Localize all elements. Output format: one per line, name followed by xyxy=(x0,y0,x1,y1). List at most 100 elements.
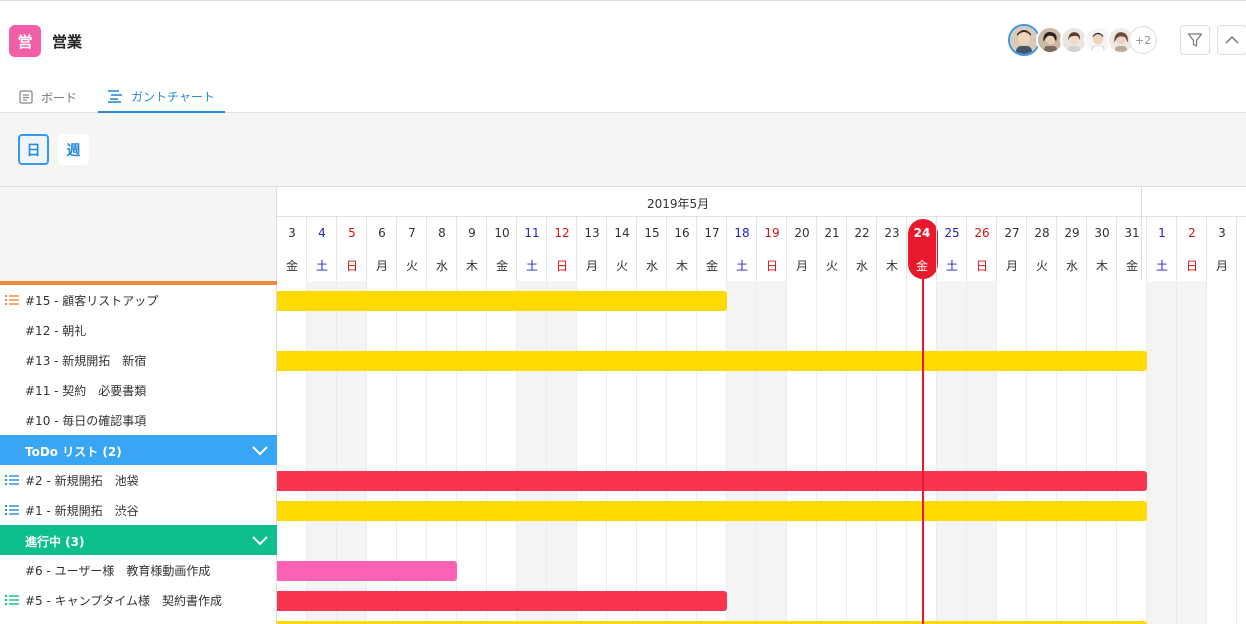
task-row[interactable]: #15 - 顧客リストアップ xyxy=(0,285,277,315)
task-list-header xyxy=(0,187,277,281)
avatar-photo-icon xyxy=(1010,26,1038,54)
gantt-task-bar[interactable] xyxy=(277,561,457,581)
day-column-header[interactable]: 2日 xyxy=(1177,217,1207,281)
day-column-header[interactable]: 27 月 xyxy=(997,217,1027,281)
tab-board-label: ボード xyxy=(41,90,78,105)
task-row[interactable]: #6 - ユーザー様 教育様動画作成 xyxy=(0,555,277,585)
day-of-week: 水 xyxy=(435,259,448,273)
day-column-header[interactable]: 13 月 xyxy=(577,217,607,281)
day-column-header[interactable]: 8水 xyxy=(427,217,457,281)
day-column-header[interactable]: 4火 xyxy=(1237,217,1246,281)
filter-button[interactable] xyxy=(1180,25,1210,55)
day-column xyxy=(1057,281,1087,624)
day-of-week: 水 xyxy=(855,259,868,273)
tab-board[interactable]: ボード xyxy=(17,81,79,113)
task-row[interactable]: #2 - 新規開拓 池袋 xyxy=(0,465,277,495)
chevron-down-icon[interactable] xyxy=(252,444,268,459)
task-row[interactable] xyxy=(0,615,277,624)
task-title[interactable]: #2 - 新規開拓 池袋 xyxy=(25,472,139,489)
gantt-task-bar[interactable] xyxy=(277,471,1147,491)
day-column-header[interactable]: 15 水 xyxy=(637,217,667,281)
day-column xyxy=(577,281,607,624)
day-of-week: 土 xyxy=(735,259,748,273)
day-column-header[interactable]: 14 火 xyxy=(607,217,637,281)
day-column-header[interactable]: 11 土 xyxy=(517,217,547,281)
task-row[interactable]: #11 - 契約 必要書類 xyxy=(0,375,277,405)
gantt-task-bar[interactable] xyxy=(277,501,1147,521)
task-row[interactable]: #1 - 新規開拓 渋谷 xyxy=(0,495,277,525)
task-title[interactable]: #11 - 契約 必要書類 xyxy=(25,382,146,399)
task-row[interactable]: #5 - キャンプタイム様 契約書作成 xyxy=(0,585,277,615)
day-number: 10 xyxy=(494,226,510,240)
task-title[interactable]: #15 - 顧客リストアップ xyxy=(25,292,158,309)
scale-toolbar: 日 週 xyxy=(0,113,1246,187)
day-column-header[interactable]: 21 火 xyxy=(817,217,847,281)
day-column-header[interactable]: 1土 xyxy=(1147,217,1177,281)
collapse-header-button[interactable] xyxy=(1217,25,1246,55)
day-column-header[interactable]: 29 水 xyxy=(1057,217,1087,281)
status-group-label: ToDo リスト (2) xyxy=(25,445,122,459)
task-title[interactable]: #6 - ユーザー様 教育様動画作成 xyxy=(25,562,210,579)
task-row[interactable]: #10 - 毎日の確認事項 xyxy=(0,405,277,435)
day-column-header[interactable]: 12 日 xyxy=(547,217,577,281)
day-column-header[interactable]: 10 金 xyxy=(487,217,517,281)
day-column-header[interactable]: 6月 xyxy=(367,217,397,281)
day-number: 22 xyxy=(854,226,870,240)
chevron-down-icon[interactable] xyxy=(252,534,268,549)
day-number: 20 xyxy=(794,226,810,240)
day-column-header[interactable]: 20 月 xyxy=(787,217,817,281)
day-of-week: 金 xyxy=(285,259,298,273)
more-members-badge[interactable]: +2 xyxy=(1129,26,1157,54)
member-avatars[interactable]: +2 xyxy=(1008,24,1168,57)
gantt-task-bar[interactable] xyxy=(277,591,727,611)
day-column-header[interactable]: 3月 xyxy=(1207,217,1237,281)
task-row[interactable]: #12 - 朝礼 xyxy=(0,315,277,345)
day-number: 8 xyxy=(438,226,446,240)
day-column-header[interactable]: 28 火 xyxy=(1027,217,1057,281)
task-title[interactable]: #13 - 新規開拓 新宿 xyxy=(25,352,146,369)
status-group-header[interactable]: ToDo リスト (2) xyxy=(0,435,277,465)
list-icon xyxy=(5,504,19,519)
scale-week-button[interactable]: 週 xyxy=(58,134,89,165)
status-group-header[interactable]: 進行中 (3) xyxy=(0,525,277,555)
day-column-header[interactable]: 26 日 xyxy=(967,217,997,281)
scale-day-button[interactable]: 日 xyxy=(18,134,49,165)
day-column-header[interactable]: 7火 xyxy=(397,217,427,281)
day-column xyxy=(727,281,757,624)
gantt-task-bar[interactable] xyxy=(277,351,1147,371)
day-column-header[interactable]: 16 木 xyxy=(667,217,697,281)
task-title[interactable]: #1 - 新規開拓 渋谷 xyxy=(25,502,139,519)
day-column-header[interactable]: 30 木 xyxy=(1087,217,1117,281)
day-column-header[interactable]: 3金 xyxy=(277,217,307,281)
project-badge[interactable]: 営 xyxy=(9,25,41,57)
gantt-grid[interactable] xyxy=(277,281,1246,624)
day-number: 26 xyxy=(974,226,990,240)
day-number: 15 xyxy=(644,226,660,240)
day-number: 3 xyxy=(288,226,296,240)
day-column xyxy=(937,281,967,624)
day-column-header[interactable]: 25 土 xyxy=(937,217,967,281)
day-column-header[interactable]: 17 金 xyxy=(697,217,727,281)
day-column-header[interactable]: 19 日 xyxy=(757,217,787,281)
day-number: 2 xyxy=(1188,226,1196,240)
task-title[interactable]: #12 - 朝礼 xyxy=(25,322,86,339)
day-column-header[interactable]: 22 水 xyxy=(847,217,877,281)
day-column-header[interactable]: 31 金 xyxy=(1117,217,1147,281)
gantt-task-bar[interactable] xyxy=(277,291,727,311)
day-column-header[interactable]: 5日 xyxy=(337,217,367,281)
day-column xyxy=(607,281,637,624)
day-of-week: 月 xyxy=(795,259,808,273)
day-number: 7 xyxy=(408,226,416,240)
day-column xyxy=(697,281,727,624)
day-number: 13 xyxy=(584,226,600,240)
day-of-week: 火 xyxy=(825,259,838,273)
tab-gantt[interactable]: ガントチャート xyxy=(98,81,225,113)
day-column-header[interactable]: 23 木 xyxy=(877,217,907,281)
task-title[interactable]: #5 - キャンプタイム様 契約書作成 xyxy=(25,592,222,609)
day-column-header[interactable]: 18 土 xyxy=(727,217,757,281)
day-of-week: 月 xyxy=(585,259,598,273)
task-title[interactable]: #10 - 毎日の確認事項 xyxy=(25,412,146,429)
day-column-header[interactable]: 4土 xyxy=(307,217,337,281)
task-row[interactable]: #13 - 新規開拓 新宿 xyxy=(0,345,277,375)
day-column-header[interactable]: 9木 xyxy=(457,217,487,281)
